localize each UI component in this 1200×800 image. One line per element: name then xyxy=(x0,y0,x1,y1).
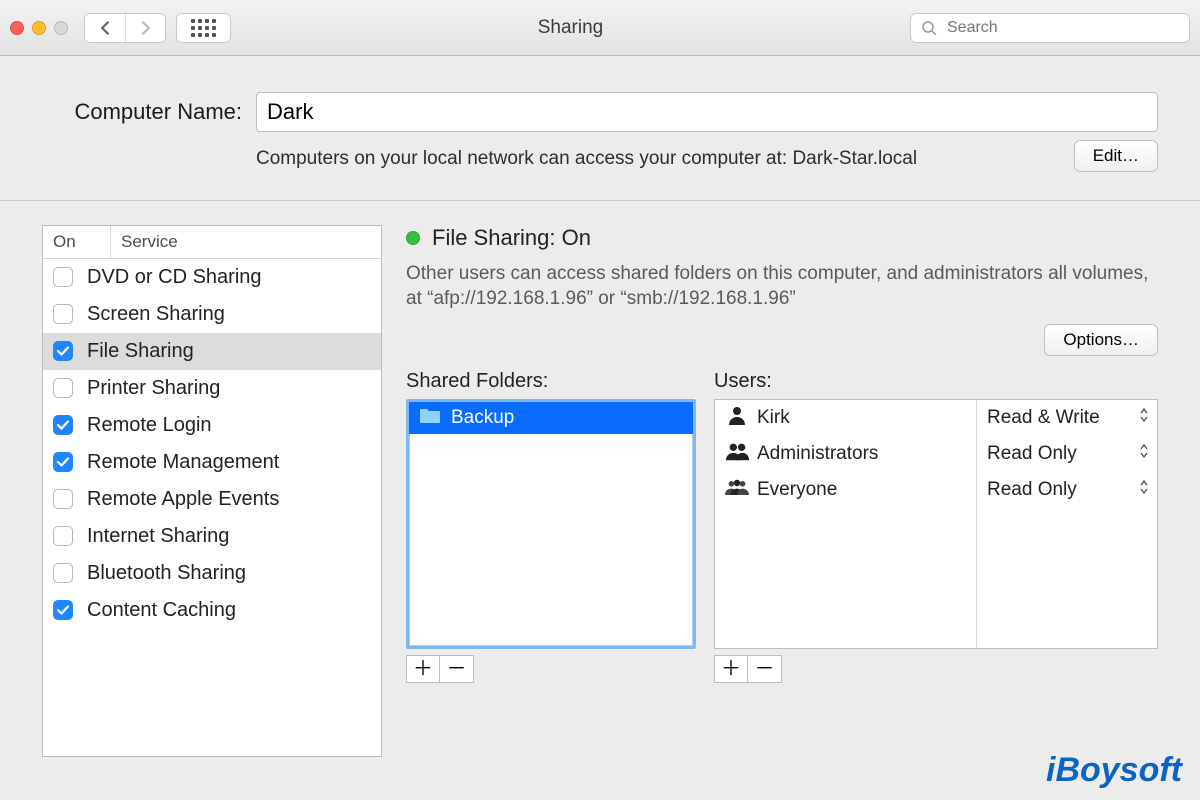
options-button[interactable]: Options… xyxy=(1044,324,1158,356)
shared-folders-controls: ＋ － xyxy=(406,655,696,683)
user-name: Kirk xyxy=(757,407,790,429)
service-checkbox[interactable] xyxy=(53,304,73,324)
services-rows: DVD or CD Sharing Screen Sharing File Shar… xyxy=(43,259,381,756)
back-button[interactable] xyxy=(85,14,125,42)
service-checkbox[interactable] xyxy=(53,489,73,509)
watermark-text: iBoysoft xyxy=(1046,751,1182,790)
computer-name-label: Computer Name: xyxy=(42,99,242,125)
services-table: On Service DVD or CD Sharing Screen Shari… xyxy=(42,225,382,757)
service-checkbox[interactable] xyxy=(53,415,73,435)
permission-row[interactable]: Read Only xyxy=(977,472,1157,508)
shared-folders-label: Shared Folders: xyxy=(406,370,696,393)
computer-name-description: Computers on your local network can acce… xyxy=(256,146,1018,172)
permission-stepper-icon[interactable] xyxy=(1139,407,1149,429)
user-row[interactable]: Everyone xyxy=(715,472,976,508)
status-title: File Sharing: On xyxy=(432,225,591,251)
service-checkbox[interactable] xyxy=(53,341,73,361)
service-label: DVD or CD Sharing xyxy=(87,266,262,289)
service-label: Printer Sharing xyxy=(87,377,220,400)
folder-icon xyxy=(419,406,441,430)
permission-value: Read & Write xyxy=(987,407,1100,429)
status-description: Other users can access shared folders on… xyxy=(406,261,1158,312)
search-field[interactable] xyxy=(910,13,1190,43)
user-icon xyxy=(725,405,749,431)
permission-stepper-icon[interactable] xyxy=(1139,479,1149,501)
service-label: Remote Apple Events xyxy=(87,488,279,511)
services-header-service: Service xyxy=(111,226,188,258)
users-list: Kirk Administrators Everyone Read & Write R… xyxy=(714,399,1158,649)
users-controls: ＋ － xyxy=(714,655,1158,683)
minimize-window-button[interactable] xyxy=(32,21,46,35)
service-details: File Sharing: On Other users can access … xyxy=(406,225,1158,757)
user-name: Everyone xyxy=(757,479,837,501)
service-row[interactable]: Remote Management xyxy=(43,444,381,481)
service-label: Bluetooth Sharing xyxy=(87,562,246,585)
users-label: Users: xyxy=(714,370,1158,393)
zoom-window-button xyxy=(54,21,68,35)
service-row[interactable]: Bluetooth Sharing xyxy=(43,555,381,592)
close-window-button[interactable] xyxy=(10,21,24,35)
user-icon xyxy=(725,441,749,467)
sharing-prefpane-window: Sharing Computer Name: Computers on your… xyxy=(0,0,1200,800)
search-input[interactable] xyxy=(945,18,1179,38)
service-row[interactable]: Remote Login xyxy=(43,407,381,444)
permission-value: Read Only xyxy=(987,479,1077,501)
service-row[interactable]: File Sharing xyxy=(43,333,381,370)
add-folder-button[interactable]: ＋ xyxy=(406,655,440,683)
service-checkbox[interactable] xyxy=(53,600,73,620)
service-checkbox[interactable] xyxy=(53,452,73,472)
service-label: Content Caching xyxy=(87,599,236,622)
service-row[interactable]: Printer Sharing xyxy=(43,370,381,407)
chevron-right-icon xyxy=(139,21,153,35)
status-row: File Sharing: On xyxy=(406,225,1158,251)
status-indicator-icon xyxy=(406,231,420,245)
service-checkbox[interactable] xyxy=(53,378,73,398)
service-label: Remote Login xyxy=(87,414,212,437)
services-header: On Service xyxy=(43,226,381,259)
computer-name-section: Computer Name: Computers on your local n… xyxy=(0,56,1200,201)
permission-stepper-icon[interactable] xyxy=(1139,443,1149,465)
show-all-button[interactable] xyxy=(176,13,231,43)
service-checkbox[interactable] xyxy=(53,563,73,583)
user-icon xyxy=(725,477,749,503)
add-user-button[interactable]: ＋ xyxy=(714,655,748,683)
service-row[interactable]: Remote Apple Events xyxy=(43,481,381,518)
apps-grid-icon xyxy=(191,19,216,37)
services-header-on: On xyxy=(43,226,111,258)
service-row[interactable]: Internet Sharing xyxy=(43,518,381,555)
user-name: Administrators xyxy=(757,443,878,465)
user-row[interactable]: Administrators xyxy=(715,436,976,472)
remove-folder-button[interactable]: － xyxy=(440,655,474,683)
window-toolbar: Sharing xyxy=(0,0,1200,56)
shared-folder-row[interactable]: Backup xyxy=(409,402,693,434)
service-label: File Sharing xyxy=(87,340,194,363)
search-icon xyxy=(921,20,937,36)
service-row[interactable]: DVD or CD Sharing xyxy=(43,259,381,296)
chevron-left-icon xyxy=(98,21,112,35)
service-row[interactable]: Screen Sharing xyxy=(43,296,381,333)
service-label: Remote Management xyxy=(87,451,279,474)
shared-folders-list[interactable]: Backup xyxy=(406,399,696,649)
forward-button[interactable] xyxy=(125,14,165,42)
user-row[interactable]: Kirk xyxy=(715,400,976,436)
remove-user-button[interactable]: － xyxy=(748,655,782,683)
sharing-body: On Service DVD or CD Sharing Screen Shari… xyxy=(0,201,1200,757)
permission-row[interactable]: Read & Write xyxy=(977,400,1157,436)
service-row[interactable]: Content Caching xyxy=(43,592,381,629)
service-label: Internet Sharing xyxy=(87,525,229,548)
permission-row[interactable]: Read Only xyxy=(977,436,1157,472)
service-checkbox[interactable] xyxy=(53,526,73,546)
service-label: Screen Sharing xyxy=(87,303,225,326)
permission-value: Read Only xyxy=(987,443,1077,465)
window-controls xyxy=(10,21,68,35)
nav-back-forward xyxy=(84,13,166,43)
window-title: Sharing xyxy=(241,17,900,39)
computer-name-input[interactable] xyxy=(256,92,1158,132)
edit-hostname-button[interactable]: Edit… xyxy=(1074,140,1158,172)
service-checkbox[interactable] xyxy=(53,267,73,287)
shared-folder-name: Backup xyxy=(451,407,514,429)
